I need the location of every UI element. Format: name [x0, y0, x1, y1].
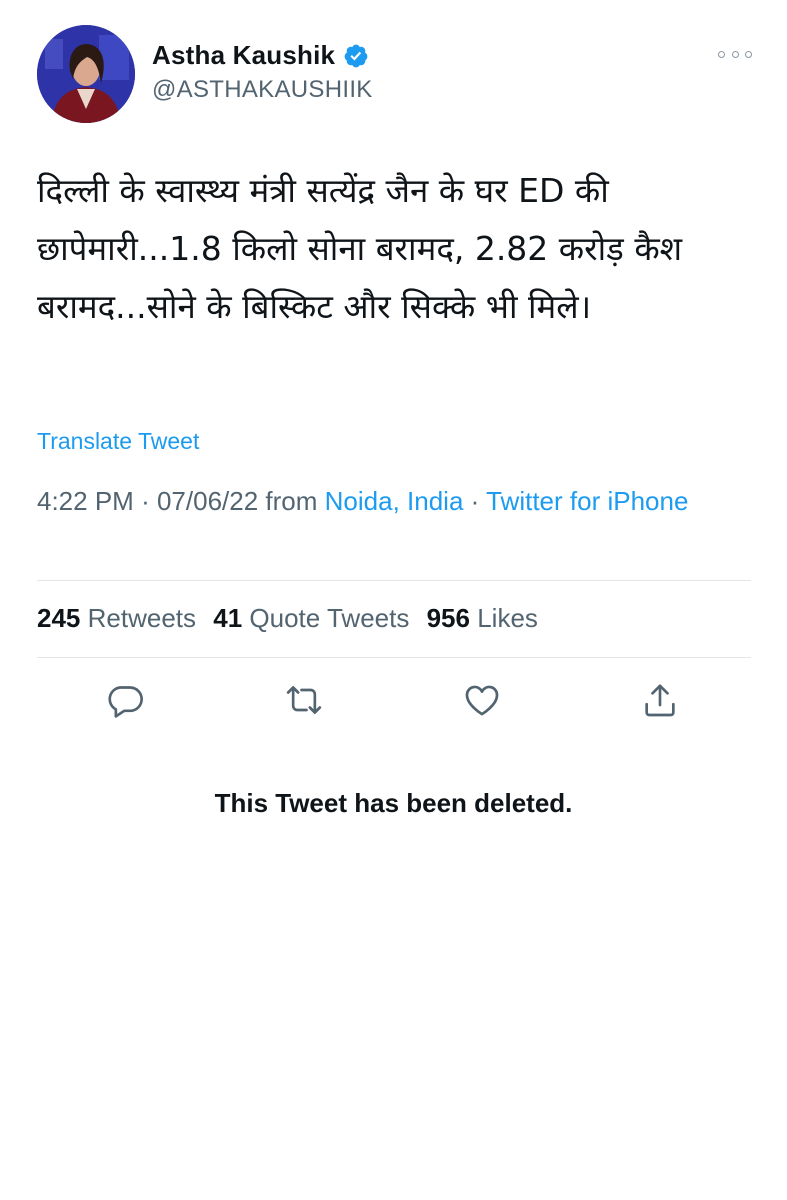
retweets-label: Retweets: [87, 603, 197, 633]
author-name-row: Astha Kaushik: [152, 40, 369, 71]
tweet-stats: 245 Retweets 41 Quote Tweets 956 Likes: [37, 603, 548, 634]
tweet-text: दिल्ली के स्वास्थ्य मंत्री सत्येंद्र जैन…: [37, 171, 693, 326]
meta-separator: ·: [141, 486, 150, 516]
retweets-stat[interactable]: 245 Retweets: [37, 603, 196, 634]
dot-icon: [745, 50, 752, 58]
like-icon[interactable]: [462, 680, 502, 720]
location-link[interactable]: Noida, India: [325, 486, 464, 516]
more-options-icon[interactable]: [718, 46, 752, 62]
from-label: from: [265, 486, 318, 516]
dot-icon: [718, 50, 725, 58]
reply-icon[interactable]: [105, 680, 145, 720]
likes-label: Likes: [477, 603, 538, 633]
share-icon[interactable]: [640, 680, 680, 720]
tweet-meta: 4:22 PM · 07/06/22 from Noida, India · T…: [37, 482, 737, 521]
tweet-date: 07/06/22: [156, 486, 259, 516]
tweet-action-bar: [0, 680, 787, 720]
avatar-image: [37, 25, 135, 123]
divider: [37, 657, 751, 658]
quote-tweets-count: 41: [213, 603, 243, 633]
divider: [37, 580, 751, 581]
author-handle[interactable]: @ASTHAKAUSHIIK: [152, 76, 373, 104]
retweet-icon[interactable]: [284, 680, 324, 720]
avatar[interactable]: [37, 25, 135, 123]
display-name[interactable]: Astha Kaushik: [152, 40, 335, 71]
likes-stat[interactable]: 956 Likes: [427, 603, 538, 634]
dot-icon: [731, 50, 739, 58]
verified-badge-icon: [343, 43, 369, 69]
source-link[interactable]: Twitter for iPhone: [486, 486, 688, 516]
tweet-time: 4:22 PM: [37, 486, 134, 516]
quote-tweets-stat[interactable]: 41 Quote Tweets: [213, 603, 409, 634]
translate-tweet-link[interactable]: Translate Tweet: [37, 428, 199, 455]
quote-tweets-label: Quote Tweets: [249, 603, 410, 633]
meta-separator: ·: [470, 486, 480, 516]
deleted-tweet-notice: This Tweet has been deleted.: [214, 788, 573, 818]
retweets-count: 245: [37, 603, 81, 633]
likes-count: 956: [426, 603, 470, 633]
